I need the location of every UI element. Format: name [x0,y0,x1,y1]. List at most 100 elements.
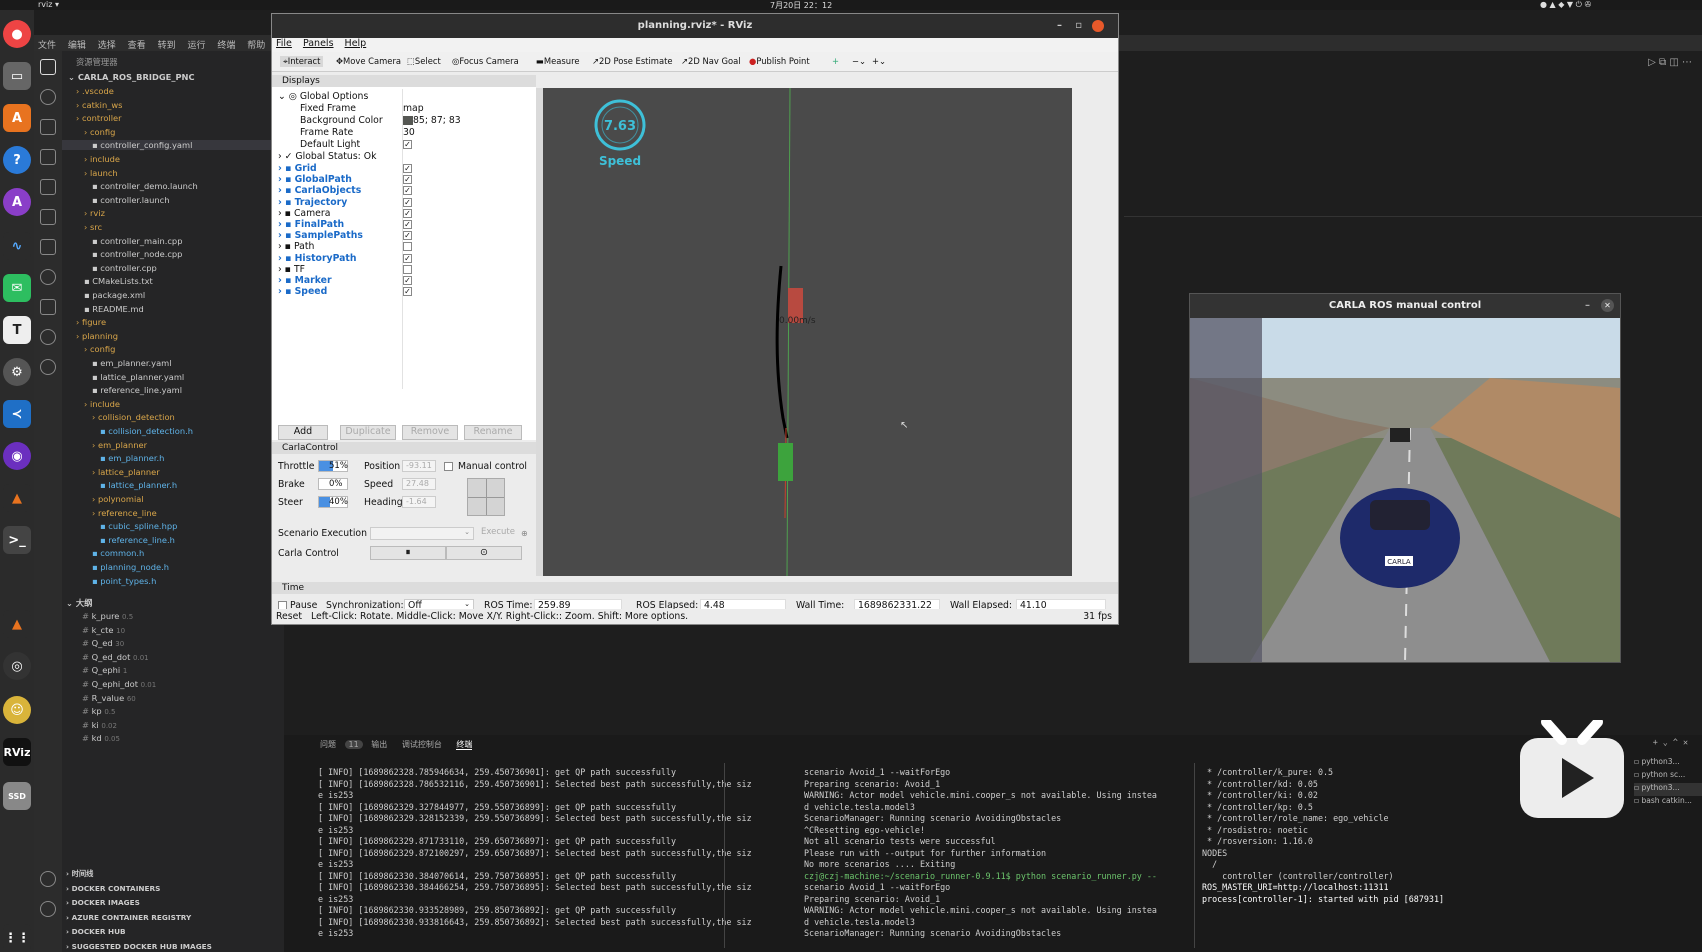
explorer-icon[interactable] [40,59,56,75]
tool-measure[interactable]: ▬Measure [536,56,580,66]
ros-turtle-icon[interactable]: ☺ [3,696,31,724]
tool-select[interactable]: ⬚Select [407,56,441,66]
folder-item[interactable]: › launch [62,168,284,178]
outline-item[interactable]: # R_value 60 [82,693,136,703]
account-icon[interactable] [40,871,56,887]
tool-options-icon[interactable]: +⌄ [872,56,886,66]
folder-item[interactable]: › rviz [62,208,284,218]
updater-icon[interactable]: A [3,188,31,216]
terminal-session-item[interactable]: ▫ python sc... [1634,770,1702,783]
vscode-icon[interactable]: ≺ [3,400,31,428]
menu-file[interactable]: File [276,38,292,49]
folder-item[interactable]: › config [62,344,284,354]
files-icon[interactable]: ▭ [3,62,31,90]
outline-item[interactable]: # ki 0.02 [82,720,117,730]
tool-2d-pose-estimate[interactable]: ↗2D Pose Estimate [592,56,673,66]
menu-edit[interactable]: 编辑 [68,38,86,51]
display-item[interactable]: › ▪ Path [278,241,314,252]
display-item[interactable]: › ▪ Marker [278,275,332,286]
tool-move-camera[interactable]: ✥Move Camera [336,56,401,66]
minimize-icon[interactable]: – [1585,294,1590,318]
display-checkbox[interactable]: ✓ [403,220,412,229]
display-item[interactable]: › ▪ SamplePaths [278,230,363,241]
manage-gear-icon[interactable] [40,901,56,917]
file-item[interactable]: ▪ planning_node.h [62,562,284,572]
remote-icon[interactable] [40,209,56,225]
source-control-icon[interactable] [40,119,56,135]
add-button[interactable]: Add [278,425,328,440]
file-item[interactable]: ▪ lattice_planner.h [62,480,284,490]
splitter[interactable] [536,88,543,576]
terminal-session-item[interactable]: ▫ bash catkin... [1634,796,1702,809]
display-item[interactable]: › ▪ Speed [278,286,327,297]
outline-item[interactable]: # Q_ephi_dot 0.01 [82,679,156,689]
ros-icon[interactable] [40,329,56,345]
folder-item[interactable]: › src [62,222,284,232]
frame-rate-value[interactable]: 30 [403,127,415,138]
folder-item[interactable]: › config [62,127,284,137]
ssd-icon[interactable]: SSD [3,782,31,810]
matlab2-icon[interactable]: ▲ [3,610,31,638]
display-checkbox[interactable]: ✓ [403,253,412,263]
background-color-value[interactable]: 85; 87; 83 [403,115,461,126]
default-light-checkbox[interactable]: ✓ [403,140,412,149]
tool-publish-point[interactable]: ●Publish Point [749,56,810,66]
tab-terminal[interactable]: 终端 [456,740,473,750]
menu-select[interactable]: 选择 [98,38,116,51]
tool-2d-nav-goal[interactable]: ↗2D Nav Goal [681,56,741,66]
tab-problems[interactable]: 问题 [320,740,336,749]
file-item[interactable]: ▪ README.md [62,304,284,314]
display-checkbox[interactable]: ✓ [403,164,412,173]
display-checkbox[interactable]: ✓ [403,231,412,241]
menu-help[interactable]: Help [345,38,367,49]
file-item[interactable]: ▪ reference_line.h [62,535,284,545]
file-item[interactable]: ▪ lattice_planner.yaml [62,372,284,382]
sidebar-section[interactable]: › SUGGESTED DOCKER HUB IMAGES [66,942,212,951]
test-icon[interactable] [40,299,56,315]
terminal-icon[interactable]: >_ [3,526,31,554]
outline-header[interactable]: ⌄ 大纲 [66,597,92,609]
duplicate-button[interactable]: Duplicate [340,425,396,440]
folder-item[interactable]: › include [62,399,284,409]
display-item[interactable]: › ▪ TF [278,264,305,275]
step-icon[interactable]: ⊙ [446,546,522,560]
tab-output[interactable]: 输出 [371,740,387,749]
pause-icon[interactable]: ⏸ [370,546,446,560]
sidebar-section[interactable]: › DOCKER IMAGES [66,898,140,907]
folder-item[interactable]: › polynomial [62,494,284,504]
editor-actions-icon[interactable]: ▷ ⧉ ◫ ⋯ [1648,57,1692,68]
display-checkbox[interactable]: ✓ [403,186,412,196]
file-item[interactable]: ▪ CMakeLists.txt [62,276,284,286]
workspace-root[interactable]: ⌄ CARLA_ROS_BRIDGE_PNC [68,72,195,82]
display-item[interactable]: › ▪ Trajectory [278,197,347,208]
menu-file[interactable]: 文件 [38,38,56,51]
folder-item[interactable]: › collision_detection [62,412,284,422]
settings-icon[interactable]: ⚙ [3,358,31,386]
file-item[interactable]: ▪ cubic_spline.hpp [62,521,284,531]
docker-icon[interactable] [40,239,56,255]
display-item[interactable]: › ▪ CarlaObjects [278,185,361,196]
app-menu[interactable]: rviz ▾ [38,0,59,9]
sidebar-section[interactable]: › DOCKER CONTAINERS [66,884,160,893]
file-item[interactable]: ▪ controller_demo.launch [62,181,284,191]
folder-item[interactable]: › reference_line [62,508,284,518]
sidebar-section[interactable]: › AZURE CONTAINER REGISTRY [66,913,191,922]
chrome-icon[interactable]: ● [3,20,31,48]
menu-go[interactable]: 转到 [158,38,176,51]
github-sidebar-icon[interactable] [40,359,56,375]
display-item[interactable]: › ▪ GlobalPath [278,174,352,185]
menu-panels[interactable]: Panels [303,38,334,49]
matlab-icon[interactable]: ▲ [3,484,31,512]
file-item[interactable]: ▪ controller.launch [62,195,284,205]
global-status-row[interactable]: › ✓ Global Status: Ok [278,151,376,162]
rename-button[interactable]: Rename [464,425,522,440]
carla-camera-view[interactable]: CARLA [1190,318,1620,663]
manual-control-checkbox[interactable] [444,462,453,471]
typora-icon[interactable]: T [3,316,31,344]
terminal-middle[interactable]: scenario Avoid_1 --waitForEgo Preparing s… [804,767,1204,940]
app-grid-icon[interactable]: ⋮⋮ [3,924,31,952]
remove-tool-icon[interactable]: −⌄ [852,56,866,66]
execute-button[interactable]: Execute [478,527,518,540]
sidebar-section[interactable]: › 时间线 [66,869,93,879]
folder-item[interactable]: › figure [62,317,284,327]
